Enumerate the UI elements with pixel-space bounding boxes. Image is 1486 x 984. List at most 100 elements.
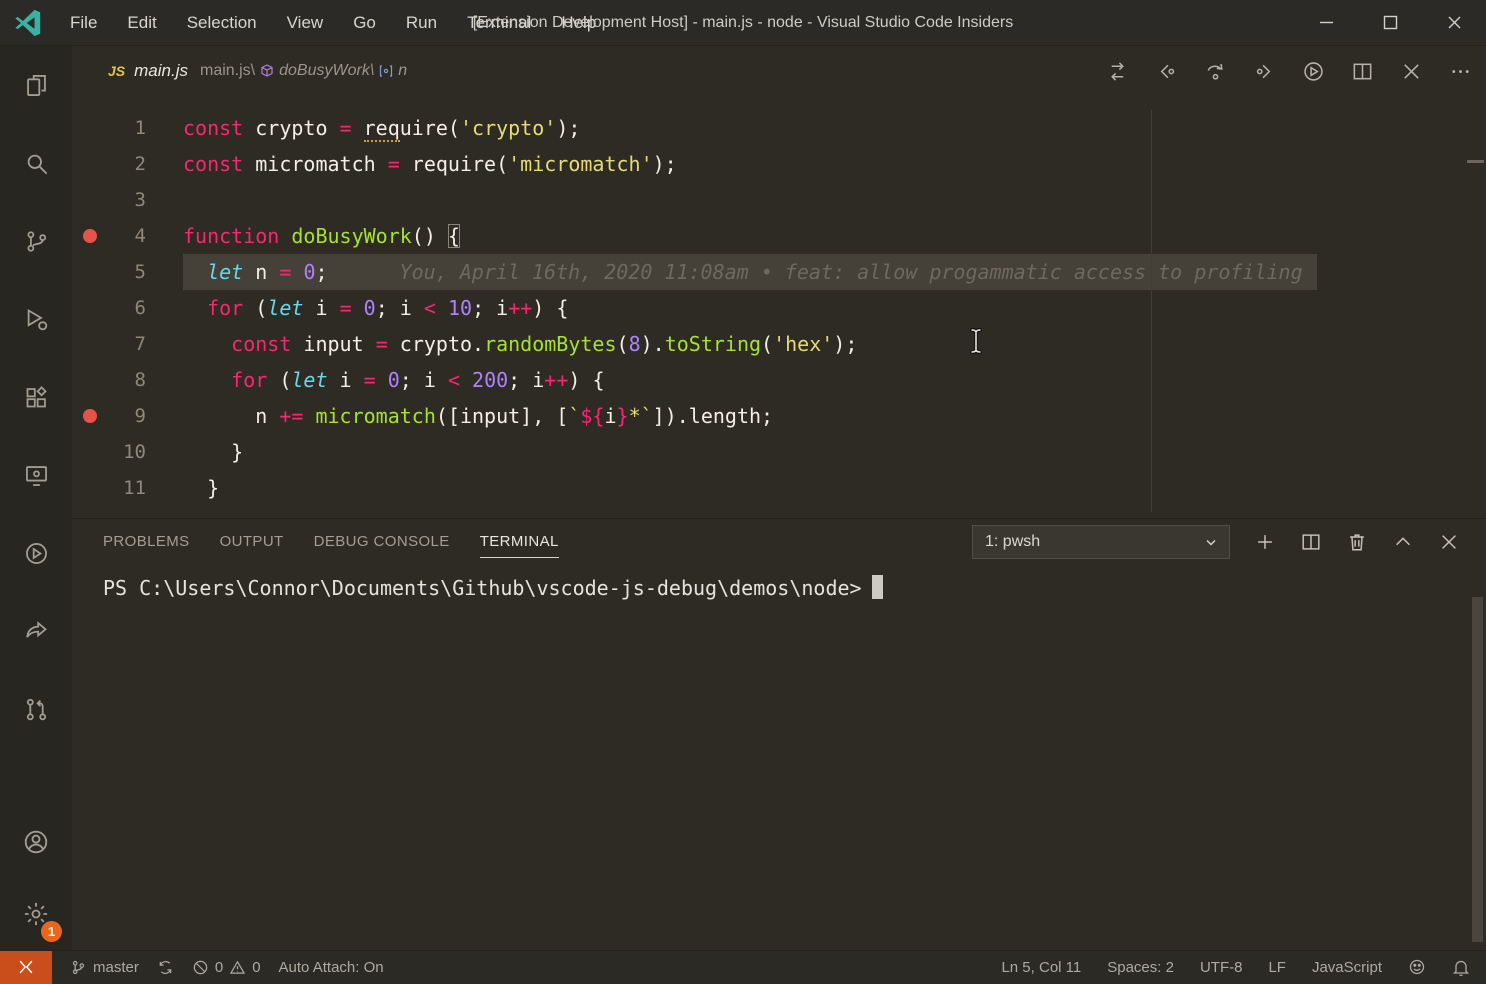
line-number: 10: [123, 434, 146, 470]
menu-file[interactable]: File: [55, 0, 112, 46]
breakpoint-slot[interactable]: [83, 337, 97, 351]
breadcrumb-variable[interactable]: n: [398, 62, 407, 80]
code-line-1[interactable]: 1const crypto = require('crypto');: [72, 110, 1486, 146]
breakpoint-icon[interactable]: [83, 229, 97, 243]
gutter[interactable]: 5: [72, 254, 183, 290]
account-icon[interactable]: [0, 806, 72, 878]
problems-status[interactable]: 0 0: [192, 959, 261, 976]
run-icon[interactable]: [1302, 60, 1325, 83]
close-window-button[interactable]: [1422, 0, 1486, 46]
breakpoint-slot[interactable]: [83, 373, 97, 387]
breakpoint-slot[interactable]: [83, 481, 97, 495]
new-terminal-icon[interactable]: [1254, 531, 1276, 553]
step-back-icon[interactable]: [1155, 60, 1178, 83]
live-share-icon[interactable]: [0, 592, 72, 670]
feedback-smiley-icon[interactable]: [1408, 958, 1426, 976]
code-text: for (let i = 0; i < 10; i++) {: [183, 290, 568, 326]
menu-run[interactable]: Run: [391, 0, 452, 46]
code-text: function doBusyWork() {: [183, 218, 460, 254]
line-number: 8: [135, 362, 146, 398]
gutter[interactable]: 2: [72, 146, 183, 182]
status-item-2[interactable]: UTF-8: [1200, 959, 1243, 976]
breakpoint-slot[interactable]: [83, 121, 97, 135]
gutter[interactable]: 1: [72, 110, 183, 146]
run-and-debug-icon[interactable]: [0, 280, 72, 358]
github-pull-requests-icon[interactable]: [0, 670, 72, 748]
step-over-icon[interactable]: [1204, 60, 1227, 83]
breadcrumb-file[interactable]: main.js\: [200, 62, 255, 80]
status-item-3[interactable]: LF: [1268, 959, 1286, 976]
panel-tab-problems[interactable]: PROBLEMS: [103, 519, 190, 565]
gutter[interactable]: 7: [72, 326, 183, 362]
sync-status[interactable]: [157, 959, 174, 976]
more-actions-icon[interactable]: [1449, 60, 1472, 83]
code-line-6[interactable]: 6 for (let i = 0; i < 10; i++) {: [72, 290, 1486, 326]
run-circle-icon[interactable]: [0, 514, 72, 592]
gutter[interactable]: 11: [72, 470, 183, 506]
branch-status[interactable]: master: [70, 959, 139, 976]
breakpoint-slot[interactable]: [83, 445, 97, 459]
gutter[interactable]: 10: [72, 434, 183, 470]
code-line-5[interactable]: 5 let n = 0;You, April 16th, 2020 11:08a…: [72, 254, 1486, 290]
breadcrumb-symbol[interactable]: doBusyWork\: [279, 62, 374, 80]
split-terminal-icon[interactable]: [1300, 531, 1322, 553]
code-line-8[interactable]: 8 for (let i = 0; i < 200; i++) {: [72, 362, 1486, 398]
split-editor-icon[interactable]: [1351, 60, 1374, 83]
remote-indicator[interactable]: [0, 951, 52, 984]
gutter[interactable]: 8: [72, 362, 183, 398]
source-control-icon[interactable]: [0, 202, 72, 280]
close-panel-icon[interactable]: [1438, 531, 1460, 553]
code-text: const input = crypto.randomBytes(8).toSt…: [183, 326, 857, 362]
menu-view[interactable]: View: [272, 0, 339, 46]
extensions-icon[interactable]: [0, 358, 72, 436]
status-item-0[interactable]: Ln 5, Col 11: [1001, 959, 1081, 976]
minimize-button[interactable]: [1294, 0, 1358, 46]
line-number: 7: [135, 326, 146, 362]
code-line-2[interactable]: 2const micromatch = require('micromatch'…: [72, 146, 1486, 182]
terminal-scrollbar[interactable]: [1472, 597, 1483, 942]
status-item-1[interactable]: Spaces: 2: [1107, 959, 1174, 976]
editor-actions: [1106, 60, 1472, 83]
step-into-icon[interactable]: [1253, 60, 1276, 83]
code-text: let n = 0;You, April 16th, 2020 11:08am …: [183, 254, 1317, 290]
status-item-4[interactable]: JavaScript: [1312, 959, 1382, 976]
panel-tab-output[interactable]: OUTPUT: [220, 519, 284, 565]
breakpoint-slot[interactable]: [83, 301, 97, 315]
code-text: const micromatch = require('micromatch')…: [183, 146, 677, 182]
settings-gear-icon[interactable]: 1: [0, 878, 72, 950]
terminal-profile-select[interactable]: 1: pwsh: [972, 525, 1230, 559]
panel-tab-debug-console[interactable]: DEBUG CONSOLE: [314, 519, 450, 565]
breakpoint-slot[interactable]: [83, 193, 97, 207]
gutter[interactable]: 6: [72, 290, 183, 326]
branch-name: master: [93, 959, 139, 976]
compare-changes-icon[interactable]: [1106, 60, 1129, 83]
code-line-4[interactable]: 4function doBusyWork() {: [72, 218, 1486, 254]
menu-selection[interactable]: Selection: [172, 0, 272, 46]
code-line-10[interactable]: 10 }: [72, 434, 1486, 470]
code-line-3[interactable]: 3: [72, 182, 1486, 218]
close-editor-icon[interactable]: [1400, 60, 1423, 83]
editor-filename[interactable]: main.js: [134, 61, 188, 81]
maximize-button[interactable]: [1358, 0, 1422, 46]
notifications-bell-icon[interactable]: [1452, 958, 1470, 976]
search-icon[interactable]: [0, 124, 72, 202]
breakpoint-slot[interactable]: [83, 157, 97, 171]
gutter[interactable]: 3: [72, 182, 183, 218]
window-title: [Extension Development Host] - main.js -…: [473, 14, 1013, 32]
breakpoint-slot[interactable]: [83, 265, 97, 279]
panel-tab-terminal[interactable]: TERMINAL: [480, 519, 559, 565]
gutter[interactable]: 9: [72, 398, 183, 434]
maximize-panel-icon[interactable]: [1392, 531, 1414, 553]
explorer-icon[interactable]: [0, 46, 72, 124]
terminal-output[interactable]: PS C:\Users\Connor\Documents\Github\vsco…: [72, 565, 1486, 603]
auto-attach-status[interactable]: Auto Attach: On: [279, 959, 384, 976]
remote-explorer-icon[interactable]: [0, 436, 72, 514]
code-line-7[interactable]: 7 const input = crypto.randomBytes(8).to…: [72, 326, 1486, 362]
menu-go[interactable]: Go: [338, 0, 391, 46]
gutter[interactable]: 4: [72, 218, 183, 254]
menu-edit[interactable]: Edit: [112, 0, 171, 46]
breakpoint-icon[interactable]: [83, 409, 97, 423]
code-line-11[interactable]: 11 }: [72, 470, 1486, 506]
code-line-9[interactable]: 9 n += micromatch([input], [`${i}*`]).le…: [72, 398, 1486, 434]
kill-terminal-icon[interactable]: [1346, 531, 1368, 553]
